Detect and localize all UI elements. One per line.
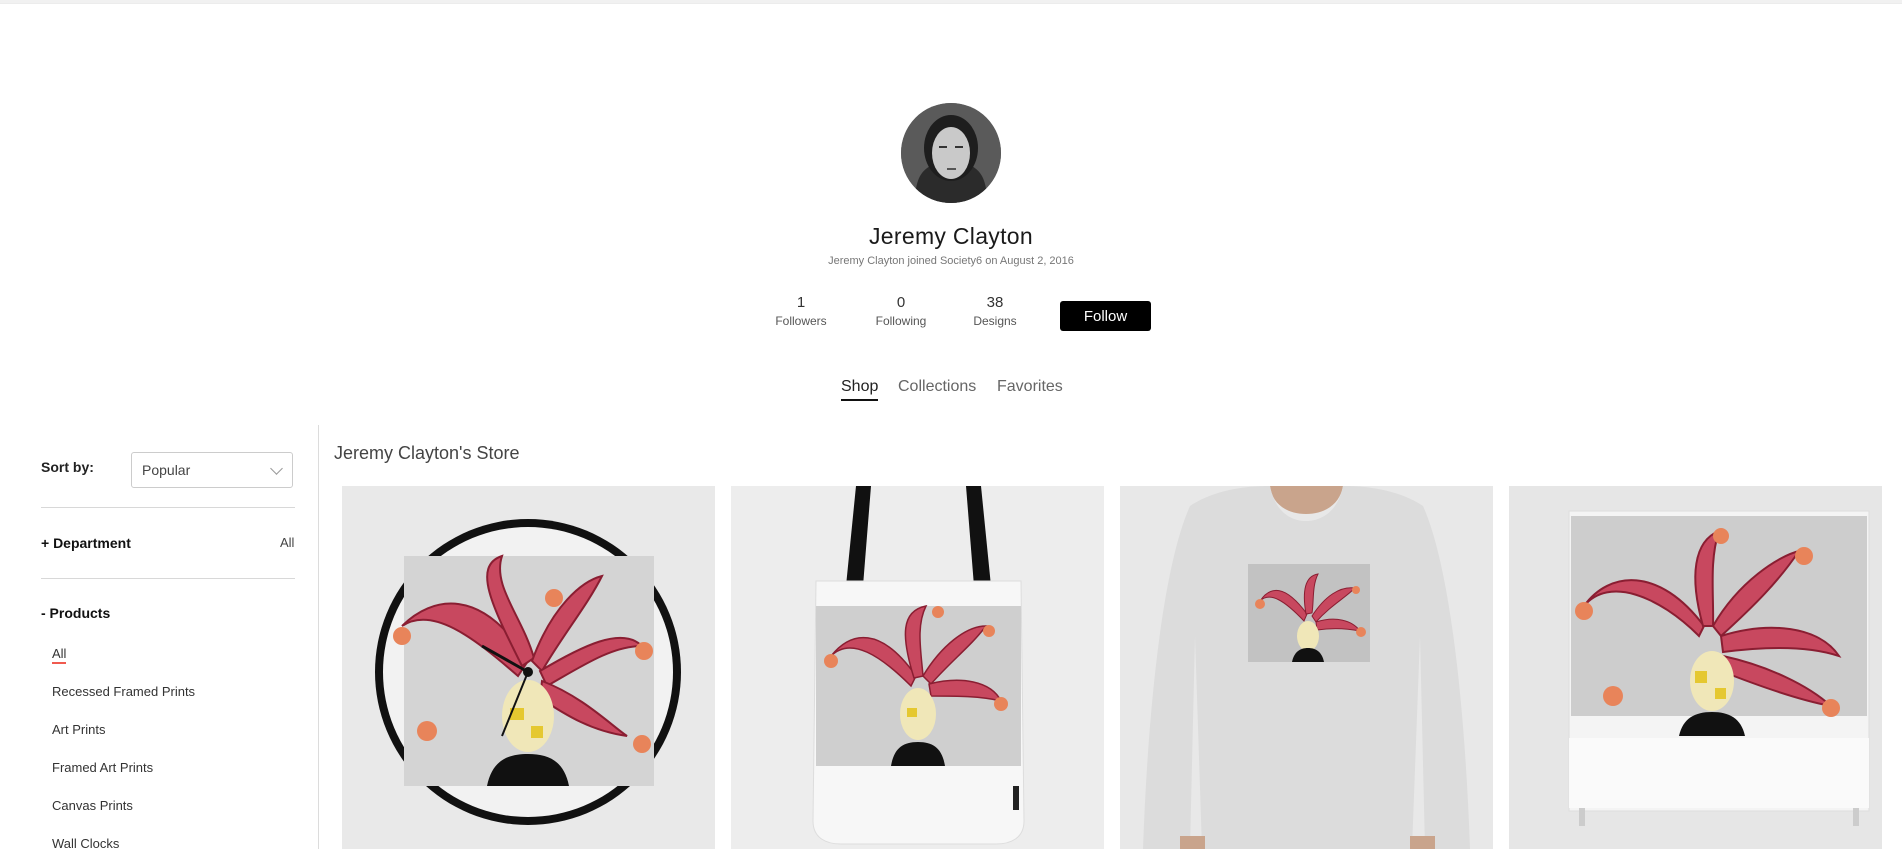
stat-following[interactable]: 0 Following xyxy=(856,294,946,328)
filter-sidebar: Sort by: Popular + Department All - Prod… xyxy=(0,425,319,851)
avatar xyxy=(901,103,1001,203)
product-card-wall-clock[interactable] xyxy=(342,486,715,849)
stat-designs[interactable]: 38 Designs xyxy=(950,294,1040,328)
follow-button[interactable]: Follow xyxy=(1060,301,1151,331)
stat-value: 38 xyxy=(986,294,1004,311)
department-value[interactable]: All xyxy=(280,535,294,550)
products-toggle[interactable]: - Products xyxy=(41,605,110,621)
product-filter-all[interactable]: All xyxy=(52,646,67,664)
product-card-long-sleeve-tee[interactable] xyxy=(1120,486,1493,849)
product-filter-recessed-framed-prints[interactable]: Recessed Framed Prints xyxy=(52,684,195,699)
product-filter-framed-art-prints[interactable]: Framed Art Prints xyxy=(52,760,153,775)
store-title: Jeremy Clayton's Store xyxy=(334,443,520,463)
sort-value: Popular xyxy=(142,462,191,478)
stat-value: 1 xyxy=(796,294,806,311)
profile-tabs: Shop Collections Favorites xyxy=(0,378,1902,404)
joined-date: Jeremy Clayton joined Society6 on August… xyxy=(828,255,1074,267)
profile-stats: 1 Followers 0 Following 38 Designs xyxy=(0,294,1902,338)
stat-label: Followers xyxy=(775,314,827,328)
department-toggle[interactable]: + Department xyxy=(41,535,131,551)
product-card-tote-bag[interactable] xyxy=(731,486,1104,849)
profile-name: Jeremy Clayton xyxy=(869,223,1033,249)
stat-label: Designs xyxy=(973,314,1017,328)
stat-value: 0 xyxy=(896,294,906,311)
stat-label: Following xyxy=(875,314,927,328)
sort-select[interactable]: Popular xyxy=(131,452,293,488)
divider xyxy=(41,578,295,579)
tab-collections[interactable]: Collections xyxy=(898,378,976,396)
product-card-shower-curtain[interactable] xyxy=(1509,486,1882,849)
stat-followers[interactable]: 1 Followers xyxy=(756,294,846,328)
sort-label: Sort by: xyxy=(41,459,94,475)
divider xyxy=(41,507,295,508)
top-border xyxy=(0,0,1902,4)
tab-favorites[interactable]: Favorites xyxy=(997,378,1063,396)
product-filter-art-prints[interactable]: Art Prints xyxy=(52,722,105,737)
product-filter-canvas-prints[interactable]: Canvas Prints xyxy=(52,798,133,813)
chevron-down-icon xyxy=(270,462,283,475)
tab-shop[interactable]: Shop xyxy=(841,378,879,401)
